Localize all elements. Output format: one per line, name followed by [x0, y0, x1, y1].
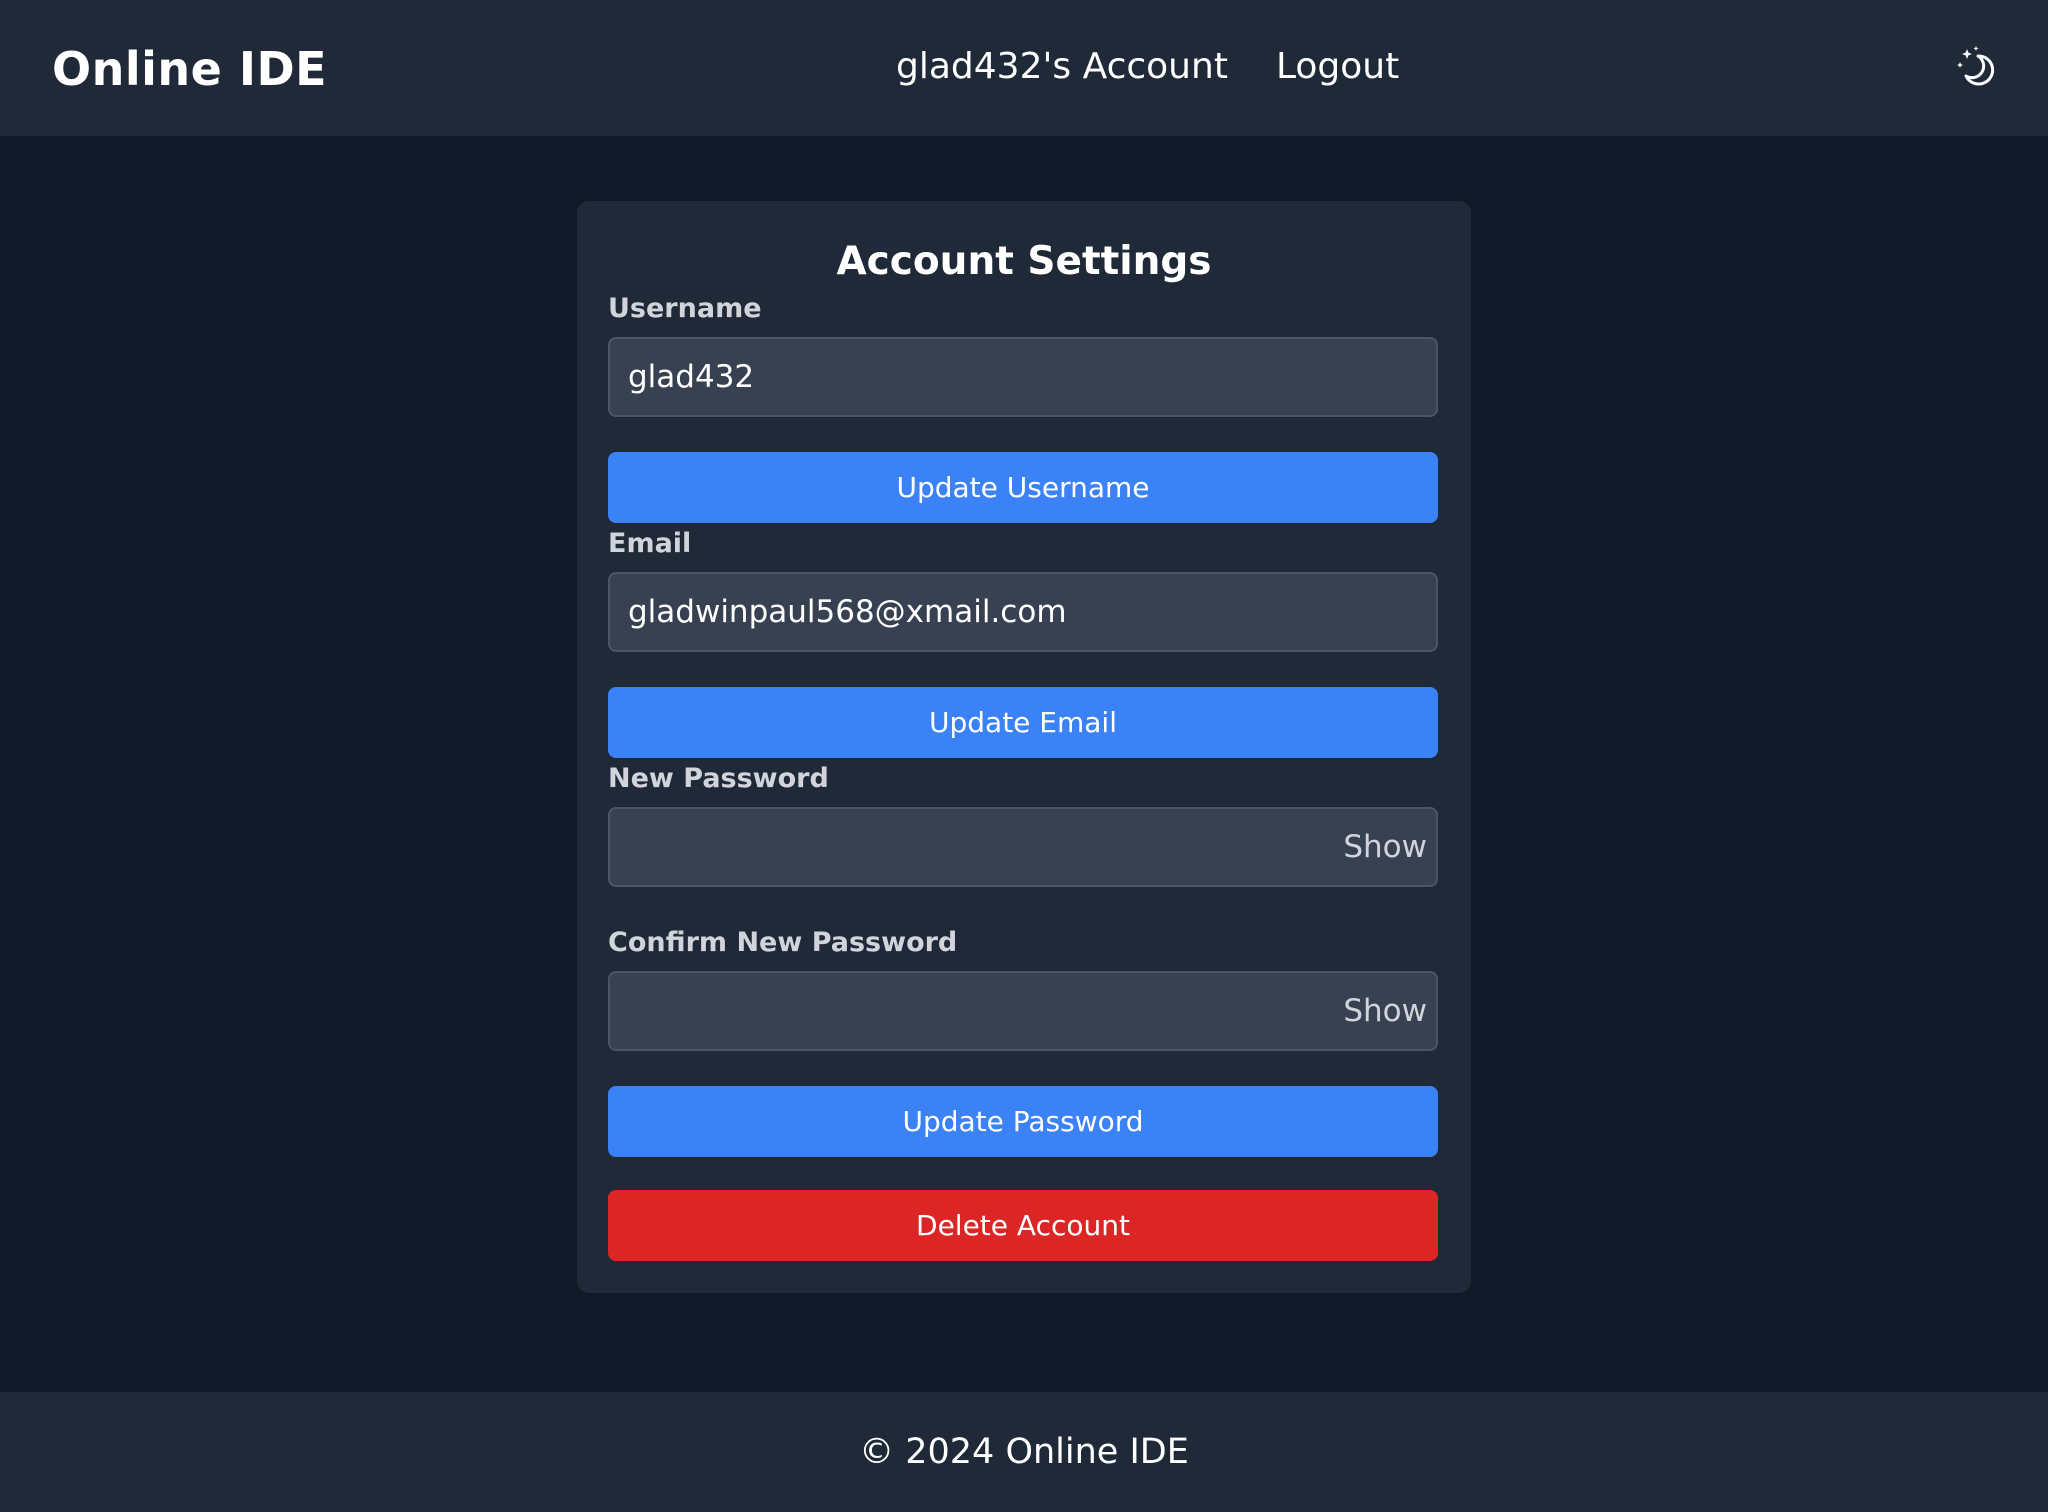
- card-title: Account Settings: [836, 239, 1212, 284]
- logout-link[interactable]: Logout: [1276, 46, 1399, 87]
- footer-copyright: © 2024 Online IDE: [859, 1432, 1189, 1472]
- footer: © 2024 Online IDE: [0, 1392, 2048, 1512]
- username-label: Username: [608, 293, 762, 324]
- moon-stars-icon: [1957, 46, 1995, 86]
- theme-toggle-button[interactable]: [1954, 44, 2002, 92]
- email-label: Email: [608, 528, 692, 559]
- account-settings-card: Account Settings Username Update Usernam…: [577, 201, 1471, 1293]
- brand-title[interactable]: Online IDE: [52, 42, 327, 96]
- account-link[interactable]: glad432's Account: [896, 46, 1228, 87]
- confirm-password-input[interactable]: [608, 971, 1438, 1051]
- top-navbar: Online IDE glad432's Account Logout: [0, 0, 2048, 136]
- new-password-label: New Password: [608, 763, 829, 794]
- delete-account-button[interactable]: Delete Account: [608, 1190, 1438, 1261]
- update-password-button[interactable]: Update Password: [608, 1086, 1438, 1157]
- show-confirm-password-toggle[interactable]: Show: [1317, 971, 1427, 1051]
- show-new-password-toggle[interactable]: Show: [1317, 807, 1427, 887]
- update-email-button[interactable]: Update Email: [608, 687, 1438, 758]
- new-password-input[interactable]: [608, 807, 1438, 887]
- confirm-password-label: Confirm New Password: [608, 927, 958, 958]
- email-input[interactable]: [608, 572, 1438, 652]
- update-username-button[interactable]: Update Username: [608, 452, 1438, 523]
- username-input[interactable]: [608, 337, 1438, 417]
- nav-links: glad432's Account Logout: [896, 46, 1399, 87]
